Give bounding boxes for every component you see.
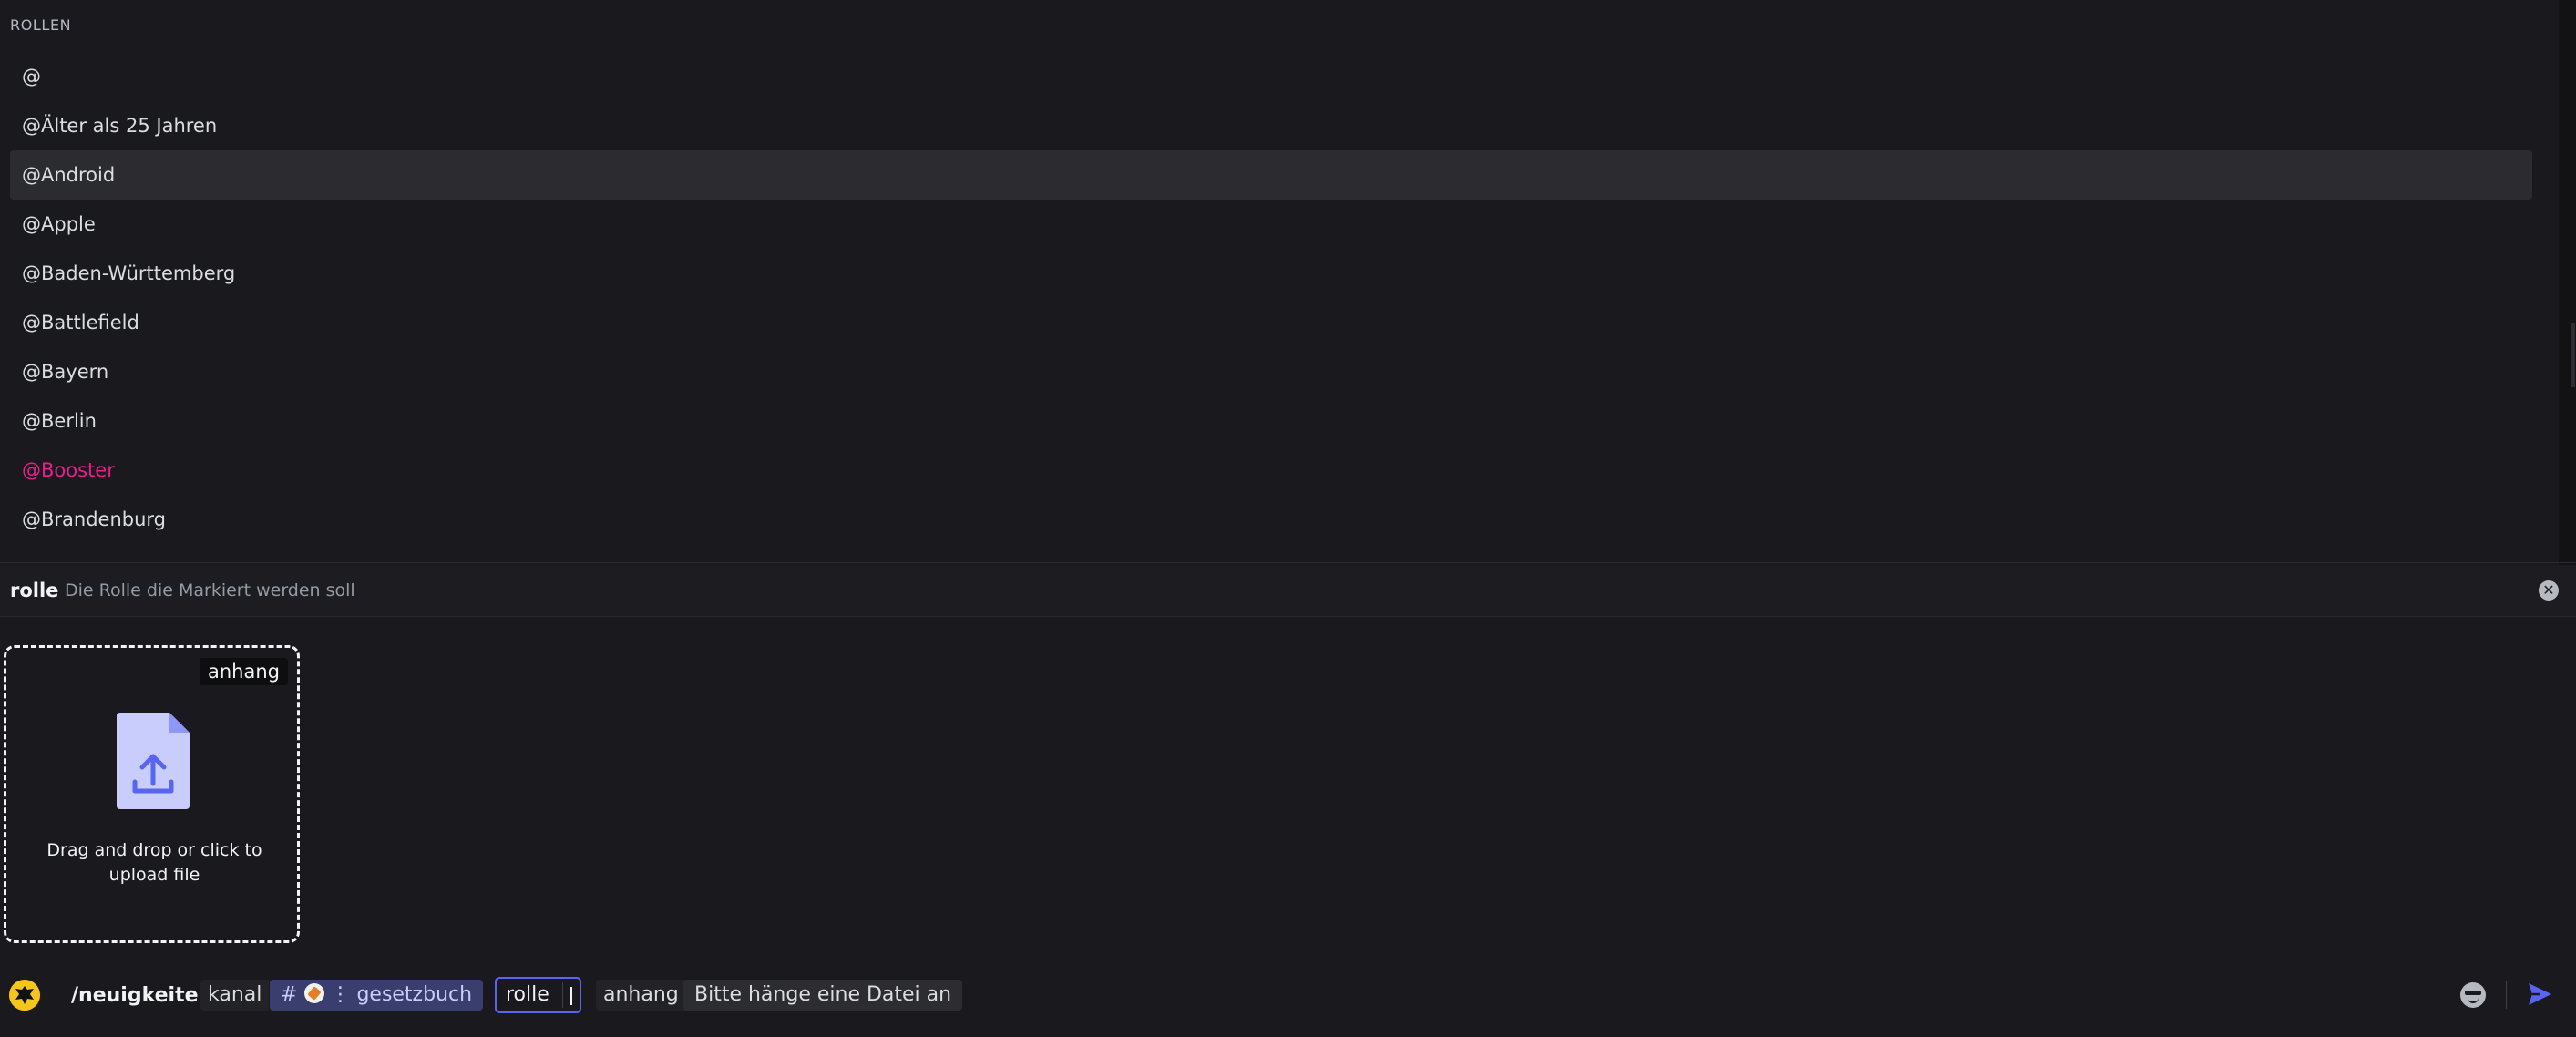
chip-separator [562, 982, 563, 1008]
role-option-label: @Älter als 25 Jahren [22, 115, 218, 137]
role-option[interactable]: @Baden-Württemberg [10, 249, 2532, 298]
role-option[interactable]: @Älter als 25 Jahren [10, 101, 2532, 150]
option-info-bar: rolle Die Rolle die Markiert werden soll… [0, 565, 2576, 616]
anhang-option-placeholder[interactable]: Bitte hänge eine Datei an [683, 980, 963, 1011]
role-option-label: @Berlin [22, 410, 97, 432]
compass-emoji-icon [304, 983, 325, 1003]
popup-scroll-track[interactable] [2559, 0, 2576, 565]
anhang-option-label: anhang [596, 980, 686, 1011]
role-option[interactable]: @Berlin [10, 396, 2532, 446]
role-option[interactable]: @Brandenburg [10, 495, 2532, 544]
close-circle-icon[interactable]: ✕ [2539, 580, 2559, 601]
channel-name: gesetzbuch [356, 983, 473, 1006]
role-option-label: @Apple [22, 213, 96, 235]
role-option[interactable]: @Battlefield [10, 298, 2532, 347]
app-avatar [9, 980, 40, 1011]
option-description: Die Rolle die Markiert werden soll [65, 580, 355, 601]
role-option[interactable]: @Booster [10, 446, 2532, 495]
divider [0, 616, 2576, 617]
slash-command-name: /neuigkeiten [71, 984, 213, 1007]
popup-scrollbar-thumb[interactable] [2571, 323, 2575, 387]
role-option-label: @Booster [22, 459, 115, 481]
dropzone-instructions: Drag and drop or click to upload file [46, 840, 262, 885]
role-option-label: @Battlefield [22, 312, 139, 334]
divider [0, 562, 2576, 563]
kanal-option-value[interactable]: # ⋮ gesetzbuch [270, 980, 484, 1011]
role-option-selected[interactable]: @Android [10, 150, 2532, 200]
kanal-option-label: kanal [200, 980, 270, 1011]
role-option-label: @Bayern [22, 361, 109, 383]
emoji-picker-icon[interactable] [2460, 982, 2486, 1008]
roles-section-header: ROLLEN [10, 16, 72, 34]
rolle-option-label: rolle [506, 983, 549, 1006]
message-composer: /neuigkeiten kanal # ⋮ gesetzbuch rolle a… [0, 966, 2576, 1026]
option-name: rolle [10, 580, 59, 601]
send-icon[interactable] [2526, 981, 2553, 1008]
eagle-icon [9, 980, 40, 1011]
role-option-label: @Baden-Württemberg [22, 262, 236, 284]
role-option-label: @Brandenburg [22, 508, 167, 530]
text-cursor [570, 987, 572, 1005]
dropzone-option-tag: anhang [200, 658, 288, 685]
role-option[interactable]: @Bayern [10, 347, 2532, 396]
rolle-option-input[interactable]: rolle [495, 977, 581, 1013]
role-autocomplete-popup: ROLLEN @ @Älter als 25 Jahren @Android @… [0, 0, 2559, 554]
channel-hash-icon: # [281, 983, 298, 1006]
role-option-label: @ [22, 66, 41, 87]
file-upload-dropzone[interactable]: anhang Drag and drop or click to upload … [4, 645, 300, 943]
role-option[interactable]: @ [10, 52, 2532, 101]
role-option[interactable]: @Apple [10, 200, 2532, 249]
upload-file-icon [117, 713, 190, 809]
channel-emoji-separator: ⋮ [330, 983, 351, 1006]
role-option-label: @Android [22, 164, 116, 186]
composer-separator [2506, 981, 2507, 1009]
